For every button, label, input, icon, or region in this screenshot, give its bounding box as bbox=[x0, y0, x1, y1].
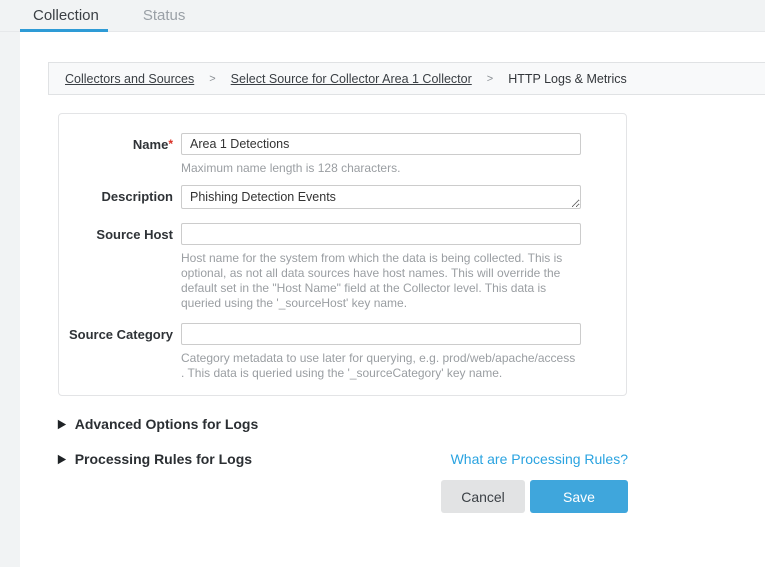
required-asterisk: * bbox=[168, 137, 173, 151]
main-panel: Collectors and Sources > Select Source f… bbox=[20, 32, 765, 567]
breadcrumb-separator: > bbox=[487, 73, 493, 85]
name-input[interactable] bbox=[181, 133, 581, 155]
name-label-text: Name bbox=[133, 137, 168, 152]
source-host-label: Source Host bbox=[59, 223, 173, 311]
source-host-row: Source Host Host name for the system fro… bbox=[59, 223, 626, 311]
section-advanced-options-label: Advanced Options for Logs bbox=[75, 416, 259, 432]
name-helper-text: Maximum name length is 128 characters. bbox=[181, 161, 581, 176]
breadcrumb-current: HTTP Logs & Metrics bbox=[508, 72, 627, 86]
breadcrumb-link-collectors-and-sources[interactable]: Collectors and Sources bbox=[65, 72, 194, 86]
source-config-form: Name* Maximum name length is 128 charact… bbox=[58, 113, 627, 396]
triangle-right-icon: ▶ bbox=[58, 453, 66, 466]
source-category-label: Source Category bbox=[59, 323, 173, 381]
breadcrumb-link-select-source[interactable]: Select Source for Collector Area 1 Colle… bbox=[231, 72, 472, 86]
cancel-button[interactable]: Cancel bbox=[441, 480, 525, 513]
description-row: Description Phishing Detection Events bbox=[59, 185, 626, 214]
tab-status[interactable]: Status bbox=[143, 7, 186, 24]
breadcrumb: Collectors and Sources > Select Source f… bbox=[48, 62, 765, 95]
source-host-input[interactable] bbox=[181, 223, 581, 245]
name-row: Name* Maximum name length is 128 charact… bbox=[59, 133, 626, 176]
triangle-right-icon: ▶ bbox=[58, 418, 66, 431]
section-processing-rules[interactable]: ▶ Processing Rules for Logs bbox=[58, 451, 252, 467]
section-advanced-options[interactable]: ▶ Advanced Options for Logs bbox=[58, 416, 628, 432]
processing-rules-help-link[interactable]: What are Processing Rules? bbox=[451, 451, 628, 467]
source-category-input[interactable] bbox=[181, 323, 581, 345]
source-category-helper-text: Category metadata to use later for query… bbox=[181, 351, 581, 381]
description-label: Description bbox=[59, 185, 173, 214]
tab-collection[interactable]: Collection bbox=[33, 7, 99, 24]
source-category-row: Source Category Category metadata to use… bbox=[59, 323, 626, 381]
top-tab-bar: Collection Status bbox=[0, 0, 765, 32]
breadcrumb-separator: > bbox=[209, 73, 215, 85]
source-host-helper-text: Host name for the system from which the … bbox=[181, 251, 581, 311]
description-input[interactable]: Phishing Detection Events bbox=[181, 185, 581, 209]
save-button[interactable]: Save bbox=[530, 480, 628, 513]
section-processing-rules-label: Processing Rules for Logs bbox=[75, 451, 252, 467]
name-label: Name* bbox=[59, 133, 173, 176]
form-actions: Cancel Save bbox=[58, 480, 628, 513]
